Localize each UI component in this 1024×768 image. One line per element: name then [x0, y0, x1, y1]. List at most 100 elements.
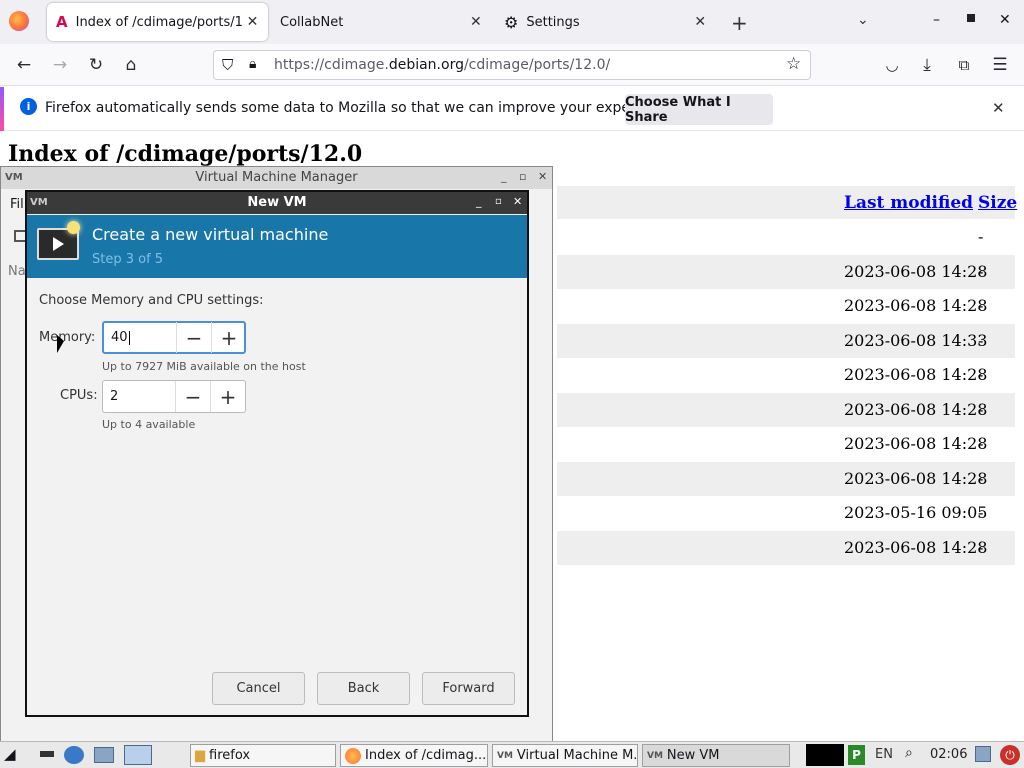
memory-increment-button[interactable]: + [211, 322, 246, 353]
file-manager-icon[interactable] [94, 747, 114, 763]
url-text[interactable]: https://cdimage.debian.org/cdimage/ports… [274, 57, 610, 73]
minimize-icon[interactable]: _ [476, 195, 482, 208]
tab-settings[interactable]: ⚙ Settings ✕ [495, 3, 717, 41]
vmm-icon: VM [647, 750, 663, 761]
cell-size: - [978, 538, 984, 557]
home-icon[interactable]: ⌂ [119, 53, 143, 77]
forward-icon[interactable]: → [48, 53, 72, 77]
tab-bar: A Index of /cdimage/ports/1 ✕ CollabNet … [0, 0, 1024, 44]
lock-icon[interactable]: 🔒︎ [249, 56, 256, 72]
tray-black-box [806, 744, 844, 766]
pocket-icon[interactable]: ◡ [880, 53, 904, 77]
cpus-decrement-button[interactable]: − [175, 381, 210, 412]
taskbar-item-label: New VM [666, 748, 720, 763]
cell-last-modified: 2023-05-16 09:05 [844, 503, 988, 522]
mouse-cursor [57, 335, 64, 353]
minimize-icon[interactable]: _ [501, 170, 507, 183]
maximize-icon[interactable]: ▫ [495, 196, 502, 207]
taskbar: ◢ ▆ firefox Index of /cdimag... VM Virtu… [0, 741, 1024, 768]
notification-message: Firefox automatically sends some data to… [45, 100, 678, 116]
taskbar-item-label: firefox [209, 748, 251, 763]
wizard-step: Step 3 of 5 [92, 252, 164, 267]
show-desktop-icon[interactable] [40, 751, 54, 757]
reload-icon[interactable]: ↻ [84, 53, 108, 77]
column-last-modified[interactable]: Last modified [844, 193, 973, 213]
shield-icon[interactable]: ⛉ [222, 56, 233, 74]
cpus-stepper[interactable]: 2 − + [102, 380, 246, 413]
memory-stepper[interactable]: 40 − + [102, 321, 246, 354]
vmm-logo-icon: VM [5, 172, 23, 183]
taskbar-item-firefox-folder[interactable]: ▆ firefox [190, 744, 336, 767]
cell-last-modified: 2023-06-08 14:28 [844, 538, 988, 557]
back-button[interactable]: Back [317, 672, 410, 705]
cancel-button[interactable]: Cancel [212, 672, 305, 705]
tab-collabnet[interactable]: CollabNet ✕ [270, 3, 490, 41]
choose-what-i-share-button[interactable]: Choose What I Share [625, 94, 773, 125]
chevron-down-icon[interactable]: ⌄ [857, 12, 869, 28]
new-tab-icon[interactable]: + [731, 11, 748, 35]
close-icon[interactable]: ✕ [247, 14, 259, 30]
window-icon[interactable] [124, 745, 152, 765]
back-icon[interactable]: ← [12, 53, 36, 77]
extensions-icon[interactable]: ⧉ [952, 53, 976, 77]
cpus-input[interactable]: 2 [103, 381, 175, 412]
close-icon[interactable]: ✕ [470, 14, 482, 30]
new-vm-title-bar: New VM [27, 192, 527, 214]
gear-icon: ⚙ [504, 12, 519, 32]
search-icon[interactable]: ⌕ [905, 745, 913, 761]
close-icon[interactable]: ✕ [694, 14, 706, 30]
url-bar[interactable]: ⛉ 🔒︎ https://cdimage.debian.org/cdimage/… [213, 50, 811, 80]
maximize-icon[interactable]: ▫ [519, 170, 526, 183]
cell-size: - [978, 434, 984, 453]
browser-launcher-icon[interactable] [64, 746, 84, 764]
cell-last-modified: 2023-06-08 14:28 [844, 469, 988, 488]
section-label: Choose Memory and CPU settings: [39, 293, 264, 308]
close-icon[interactable]: ✕ [538, 170, 547, 183]
maximize-icon[interactable] [967, 14, 975, 22]
hamburger-menu-icon[interactable]: ☰ [988, 53, 1012, 77]
cpus-increment-button[interactable]: + [210, 381, 245, 412]
bookmark-star-icon[interactable]: ☆ [786, 54, 801, 74]
cell-last-modified: 2023-06-08 14:28 [844, 400, 988, 419]
keyboard-layout[interactable]: EN [875, 747, 893, 762]
close-window-icon[interactable]: ✕ [999, 12, 1011, 28]
memory-decrement-button[interactable]: − [176, 322, 211, 353]
forward-button[interactable]: Forward [422, 672, 515, 705]
tab-cdimage[interactable]: A Index of /cdimage/ports/1 ✕ [47, 3, 268, 41]
taskbar-item-new-vm[interactable]: VM New VM [642, 744, 790, 767]
new-vm-dialog: New VM VM _ ▫ ✕ Create a new virtual mac… [25, 190, 529, 717]
navigation-bar: ← → ↻ ⌂ ⛉ 🔒︎ https://cdimage.debian.org/… [0, 44, 1024, 86]
taskbar-item-label: Index of /cdimag... [365, 748, 487, 763]
taskbar-item-vmm[interactable]: VM Virtual Machine M... [492, 744, 638, 767]
tray-p-icon[interactable]: P [848, 745, 865, 765]
cell-size: - [978, 503, 984, 522]
clock[interactable]: 02:06 [930, 747, 967, 762]
cell-last-modified: 2023-06-08 14:33 [844, 331, 988, 350]
start-menu-icon[interactable]: ◢ [4, 745, 16, 763]
network-icon[interactable] [975, 746, 991, 762]
power-icon[interactable]: ⏻ [1000, 745, 1020, 765]
cell-last-modified: 2023-06-08 14:28 [844, 365, 988, 384]
close-icon[interactable]: ✕ [992, 99, 1005, 117]
minimize-icon[interactable]: – [933, 12, 940, 28]
new-vm-title: New VM [247, 195, 307, 210]
cell-last-modified: 2023-06-08 14:28 [844, 434, 988, 453]
vmm-column-name: Na [8, 264, 26, 279]
vmm-title: Virtual Machine Manager [195, 170, 358, 185]
close-icon[interactable]: ✕ [513, 195, 522, 208]
cpus-label: CPUs: [60, 388, 98, 403]
firefox-menu-icon[interactable] [9, 11, 29, 31]
column-size[interactable]: Size [978, 193, 1017, 213]
vmm-title-bar: Virtual Machine Manager [1, 167, 552, 189]
cell-size: - [978, 469, 984, 488]
page-title: Index of /cdimage/ports/12.0 [8, 141, 363, 167]
download-icon[interactable]: ⤓ [915, 53, 939, 77]
vmm-menu-file[interactable]: Fil [10, 197, 24, 212]
cpus-hint: Up to 4 available [102, 418, 196, 431]
cell-size: - [978, 400, 984, 419]
tab-title: Index of /cdimage/ports/1 [75, 14, 243, 30]
cell-size: - [978, 262, 984, 281]
taskbar-item-firefox[interactable]: Index of /cdimag... [340, 744, 488, 767]
cell-size: - [978, 365, 984, 384]
memory-input[interactable]: 40 [104, 322, 176, 353]
